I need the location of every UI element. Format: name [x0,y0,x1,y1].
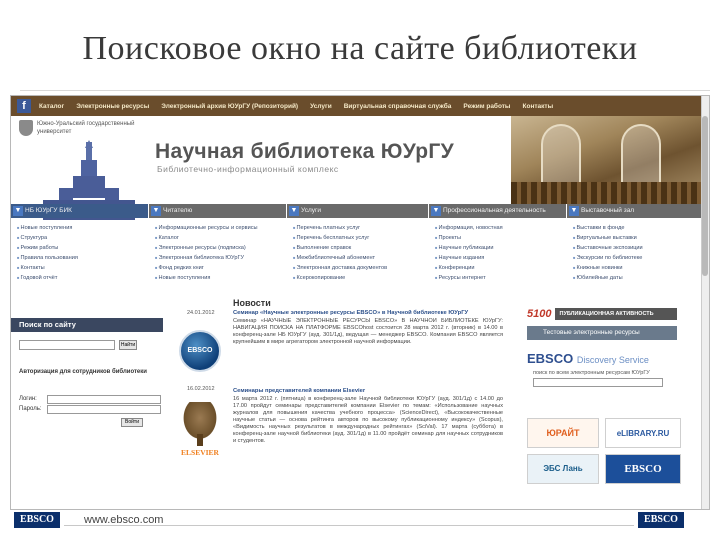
list-item[interactable]: Ксерокопирование [293,273,429,283]
scrollbar-thumb[interactable] [702,116,708,276]
list-item[interactable]: Электронная библиотека ЮУрГУ [155,253,287,263]
slide-title: Поисковое окно на сайте библиотеки [82,30,638,67]
arrow-down-icon: ▼ [569,206,579,216]
news-thumbnail[interactable]: ELSEVIER [173,392,227,462]
section-bar: ▼ НБ ЮУрГУ БИК ▼ Читателю ▼ Услуги ▼ Професс… [11,204,703,218]
nav-item-contacts[interactable]: Контакты [523,103,554,110]
vertical-scrollbar[interactable] [701,96,709,509]
site-search-heading: Поиск по сайту [11,318,163,332]
list-item[interactable]: Проекты [435,233,567,243]
news-item-body: Семинар «НАУЧНЫЕ ЭЛЕКТРОННЫЕ РЕСУРСЫ EBS… [233,318,503,345]
list-item[interactable]: Перечень бесплатных услуг [293,233,429,243]
list-item[interactable]: Правила пользования [17,253,149,263]
list-item[interactable]: Конференции [435,263,567,273]
tile-urait[interactable]: ЮРАЙТ [527,418,599,448]
presentation-slide: Поисковое окно на сайте библиотеки f Кат… [0,0,720,540]
tile-ebsco[interactable]: EBSCO [605,454,681,484]
list-item[interactable]: Структура [17,233,149,243]
title-divider [20,90,710,91]
list-item[interactable]: Электронные ресурсы (подписка) [155,243,287,253]
nav-item-catalog[interactable]: Каталог [39,103,64,110]
list-item[interactable]: Информация, новостная [435,223,567,233]
news-item-body: 16 марта 2012 г. (пятница) в конференц-з… [233,396,503,444]
list-item[interactable]: Фонд редких книг [155,263,287,273]
section-tab-professional[interactable]: ▼ Профессиональная деятельность [429,204,567,218]
list-item[interactable]: Выполнение справок [293,243,429,253]
list-item[interactable]: Юбилейные даты [573,273,703,283]
university-name: Южно-Уральский государственный университ… [37,121,135,135]
arrow-down-icon: ▼ [431,206,441,216]
staff-auth-heading: Авторизация для сотрудников библиотеки [19,369,147,375]
section-tab-reader[interactable]: ▼ Читателю [149,204,287,218]
arrow-down-icon: ▼ [151,206,161,216]
elsevier-logo-icon: ELSEVIER [175,398,225,460]
library-subtitle: Библиотечно-информационный комплекс [157,164,339,174]
website-screenshot: f Каталог Электронные ресурсы Электронны… [10,95,710,510]
news-item-title[interactable]: Семинар «Научные электронные ресурсы EBS… [233,310,503,317]
facebook-icon[interactable]: f [17,99,31,113]
list-item[interactable]: Выставки в фонде [573,223,703,233]
list-item[interactable]: Годовой отчёт [17,273,149,283]
ebsco-discovery-logo[interactable]: EBSCO Discovery Service [527,348,677,368]
news-heading: Новости [233,298,271,308]
library-interior-photo [511,116,703,208]
footer-divider [64,525,634,526]
news-item-title[interactable]: Семинары представителей компании Elsevie… [233,388,503,395]
arrow-down-icon: ▼ [13,206,23,216]
tile-elibrary[interactable]: eLIBRARY.RU [605,418,681,448]
column-professional: Информация, новостная Проекты Научные пу… [429,220,567,288]
password-label: Пароль: [19,406,42,412]
publication-activity-banner[interactable]: 5100 ПУБЛИКАЦИОННАЯ АКТИВНОСТЬ [527,306,677,322]
nav-item-virtual-reference[interactable]: Виртуальная справочная служба [344,103,452,110]
nav-item-eresources[interactable]: Электронные ресурсы [76,103,149,110]
login-label: Логин: [19,396,37,402]
nav-item-hours[interactable]: Режим работы [463,103,510,110]
discovery-caption: поиск по всем электронным ресурсам ЮУрГУ [533,370,650,376]
list-item[interactable]: Виртуальные выставки [573,233,703,243]
university-crest-icon [19,120,33,136]
list-item[interactable]: Перечень платных услуг [293,223,429,233]
footer-ebsco-logo-left: EBSCO [14,512,60,528]
top-navigation: f Каталог Электронные ресурсы Электронны… [11,96,703,116]
list-item[interactable]: Режим работы [17,243,149,253]
site-search-button[interactable]: Найти [119,340,137,350]
list-item[interactable]: Выставочные экспозиции [573,243,703,253]
list-item[interactable]: Новые поступления [17,223,149,233]
list-item[interactable]: Межбиблиотечный абонемент [293,253,429,263]
column-reader: Информационные ресурсы и сервисы Каталог… [149,220,287,288]
section-columns: Новые поступления Структура Режим работы… [11,220,703,288]
list-item[interactable]: Экскурсии по библиотеке [573,253,703,263]
ebsco-logo-icon: EBSCO [179,330,221,372]
news-thumbnail[interactable]: EBSCO [173,314,227,384]
list-item[interactable]: Ресурсы интернет [435,273,567,283]
login-field[interactable] [47,395,161,404]
list-item[interactable]: Электронная доставка документов [293,263,429,273]
list-item[interactable]: Контакты [17,263,149,273]
list-item[interactable]: Книжные новинки [573,263,703,273]
discovery-search-input[interactable] [533,378,663,387]
tile-lan[interactable]: ЭБС Лань [527,454,599,484]
section-tab-services[interactable]: ▼ Услуги [287,204,429,218]
list-item[interactable]: Научные издания [435,253,567,263]
login-button[interactable]: Войти [121,418,143,427]
list-item[interactable]: Информационные ресурсы и сервисы [155,223,287,233]
column-exhibition: Выставки в фонде Виртуальные выставки Вы… [567,220,703,288]
arrow-down-icon: ▼ [289,206,299,216]
list-item[interactable]: Научные публикации [435,243,567,253]
column-services: Перечень платных услуг Перечень бесплатн… [287,220,429,288]
list-item[interactable]: Новые поступления [155,273,287,283]
password-field[interactable] [47,405,161,414]
list-item[interactable]: Каталог [155,233,287,243]
section-tab-exhibition[interactable]: ▼ Выставочный зал [567,204,703,218]
nav-item-services[interactable]: Услуги [310,103,332,110]
trial-resources-banner[interactable]: Тестовые электронные ресурсы [527,326,677,340]
library-title: Научная библиотека ЮУрГУ [155,140,454,163]
section-tab-library[interactable]: ▼ НБ ЮУрГУ БИК [11,204,149,218]
footer-ebsco-logo-right: EBSCO [638,512,684,528]
column-library: Новые поступления Структура Режим работы… [11,220,149,288]
nav-item-repository[interactable]: Электронный архив ЮУрГУ (Репозиторий) [161,103,298,110]
site-search-input[interactable] [19,340,115,350]
